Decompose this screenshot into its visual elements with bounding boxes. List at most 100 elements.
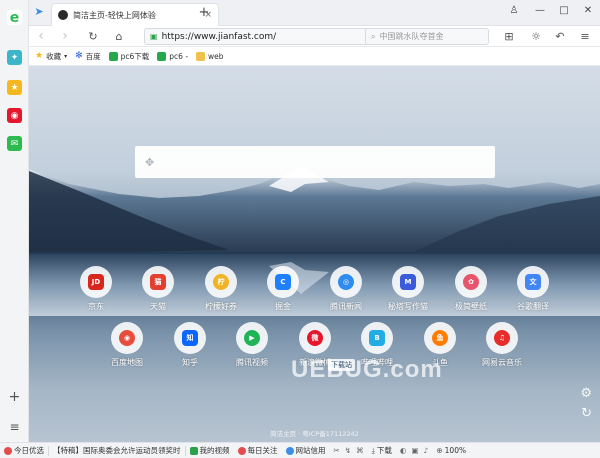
weibo-icon: 微 (299, 322, 331, 354)
zhihu-icon: 知 (174, 322, 206, 354)
status-news-ticker[interactable]: 【特稿】国际奥委会允许运动员领奖时 (49, 445, 185, 456)
bookmark-baidu[interactable]: ✻ 百度 (75, 51, 101, 62)
app-glyph: 柠 (213, 274, 229, 290)
brightness-icon[interactable]: ☼ (528, 29, 544, 44)
paw-icon[interactable]: ✥ (145, 156, 154, 169)
search-icon: ⌕ (371, 31, 376, 41)
app-netease-music[interactable]: ♫ 网易云音乐 (474, 322, 530, 368)
app-glyph: 猫 (150, 274, 166, 290)
bookmark-pc6-download[interactable]: pc6下载 (108, 51, 150, 62)
app-glyph: B (369, 330, 385, 346)
app-jd[interactable]: JD 京东 (68, 266, 124, 312)
status-label: 下载 (376, 446, 392, 455)
browser-logo-icon[interactable]: e (7, 10, 22, 26)
status-today-picks[interactable]: 今日优选 (0, 445, 48, 456)
mountain-landscape (29, 166, 600, 316)
forward-button[interactable]: › (57, 29, 73, 44)
mail-icon[interactable]: ✉ (7, 136, 22, 151)
download-icon: ⤓ (371, 445, 375, 455)
status-misc-icons[interactable]: ◐ ▣ ♪ (396, 446, 432, 455)
refresh-icon[interactable]: ↻ (581, 406, 592, 421)
app-glyph: 鱼 (432, 330, 448, 346)
app-glyph: JD (88, 274, 104, 290)
add-icon[interactable]: + (7, 389, 22, 405)
app-tmall[interactable]: 猫 天猫 (130, 266, 186, 312)
bookmark-label: pc6下载 (120, 51, 150, 61)
app-glyph: ▶ (244, 330, 260, 346)
app-wallpaper[interactable]: ✿ 极简壁纸 (443, 266, 499, 312)
status-site-credit[interactable]: 网站信用 (282, 445, 330, 456)
undo-icon[interactable]: ↶ (552, 29, 568, 44)
tool-icon[interactable]: ↯ (345, 446, 351, 455)
home-button[interactable]: ⌂ (111, 29, 127, 44)
app-label: 极简壁纸 (455, 302, 487, 311)
status-zoom[interactable]: ⊕ 100% (432, 446, 470, 455)
tencent-news-icon: ◎ (330, 266, 362, 298)
app-tencent-news[interactable]: ◎ 腾讯新闻 (318, 266, 374, 312)
status-tool-icons[interactable]: ✂ ↯ ⌘ (330, 446, 368, 455)
close-button[interactable]: ✕ (581, 5, 595, 16)
pc6-icon (108, 51, 118, 61)
app-glyph: ◎ (338, 274, 354, 290)
baidu-icon: ✻ (75, 51, 83, 61)
app-juejin[interactable]: C 掘金 (255, 266, 311, 312)
video-icon (189, 446, 198, 455)
background-image (29, 66, 600, 442)
tool-icon[interactable]: ◐ (400, 446, 407, 455)
app-google-translate[interactable]: 文 谷歌翻译 (505, 266, 561, 312)
tool-icon[interactable]: ✂ (334, 446, 340, 455)
menu-icon[interactable]: ≡ (7, 419, 22, 434)
status-daily-focus[interactable]: 每日关注 (234, 445, 282, 456)
tab-bar: ➤ 简洁主页-轻快上网体验 × + ♙ — □ ✕ (29, 0, 600, 26)
app-baidu-map[interactable]: ◉ 百度地图 (99, 322, 155, 368)
weibo-icon[interactable]: ◉ (7, 108, 22, 123)
minimize-button[interactable]: — (533, 5, 547, 16)
status-downloads[interactable]: ⤓ 下载 (368, 445, 396, 456)
lemon-icon: 柠 (205, 266, 237, 298)
app-lemon[interactable]: 柠 柠檬好券 (193, 266, 249, 312)
status-label: 网站信用 (295, 446, 326, 455)
back-button[interactable]: ‹ (33, 29, 49, 44)
app-glyph: ♫ (494, 330, 510, 346)
tab-active[interactable]: 简洁主页-轻快上网体验 × (51, 3, 219, 26)
tool-icon[interactable]: ⌘ (356, 446, 364, 455)
tool-icon[interactable]: ▣ (411, 446, 418, 455)
address-bar[interactable]: ▣ https://www.jianfast.com/ ⚡ ⌄ (144, 28, 389, 45)
bookmark-pc6[interactable]: pc6 - (157, 51, 188, 61)
navigate-icon[interactable]: ➤ (31, 4, 47, 19)
settings-gear-icon[interactable]: ⚙ (580, 386, 592, 401)
app-label: 知乎 (182, 358, 198, 367)
favorites-icon[interactable]: ★ (7, 80, 22, 95)
app-label: 谷歌翻译 (517, 302, 549, 311)
status-my-videos[interactable]: 我的视频 (186, 445, 234, 456)
app-zhihu[interactable]: 知 知乎 (162, 322, 218, 368)
bookmark-web-folder[interactable]: web (196, 51, 224, 61)
url-text[interactable]: https://www.jianfast.com/ (162, 32, 363, 42)
new-tab-button[interactable]: + (197, 5, 211, 20)
search-bar[interactable]: ✥ (135, 146, 495, 178)
tool-icon[interactable]: ♪ (424, 446, 429, 455)
maximize-button[interactable]: □ (557, 5, 571, 16)
menu-lines-icon[interactable]: ≡ (577, 29, 593, 44)
app-glyph: C (275, 274, 291, 290)
zoom-icon: ⊕ (436, 446, 443, 455)
tab-title: 简洁主页-轻快上网体验 (73, 10, 156, 20)
tencent-video-icon: ▶ (236, 322, 268, 354)
bookmark-favorites[interactable]: ★ 收藏 ▾ (35, 51, 67, 62)
tmall-icon: 猫 (142, 266, 174, 298)
navigation-bar: ‹ › ↻ ⌂ ▣ https://www.jianfast.com/ ⚡ ⌄ … (29, 26, 600, 47)
reload-button[interactable]: ↻ (85, 29, 101, 44)
app-glyph: 知 (182, 330, 198, 346)
netease-music-icon: ♫ (486, 322, 518, 354)
grid-icon[interactable]: ⊞ (501, 29, 517, 44)
compass-icon[interactable]: ✦ (7, 50, 22, 65)
app-glyph: ◉ (119, 330, 135, 346)
footer-text: 简洁主页 · 粤ICP备17112242 (270, 430, 359, 438)
folder-icon (196, 51, 206, 61)
skin-icon[interactable]: ♙ (507, 5, 521, 16)
search-placeholder: 中国跳水队夺首金 (379, 32, 444, 41)
search-box[interactable]: ⌕ 中国跳水队夺首金 (365, 28, 489, 45)
app-tencent-video[interactable]: ▶ 腾讯视频 (224, 322, 280, 368)
flame-icon (237, 446, 246, 455)
app-mita[interactable]: M 秘塔写作猫 (380, 266, 436, 312)
